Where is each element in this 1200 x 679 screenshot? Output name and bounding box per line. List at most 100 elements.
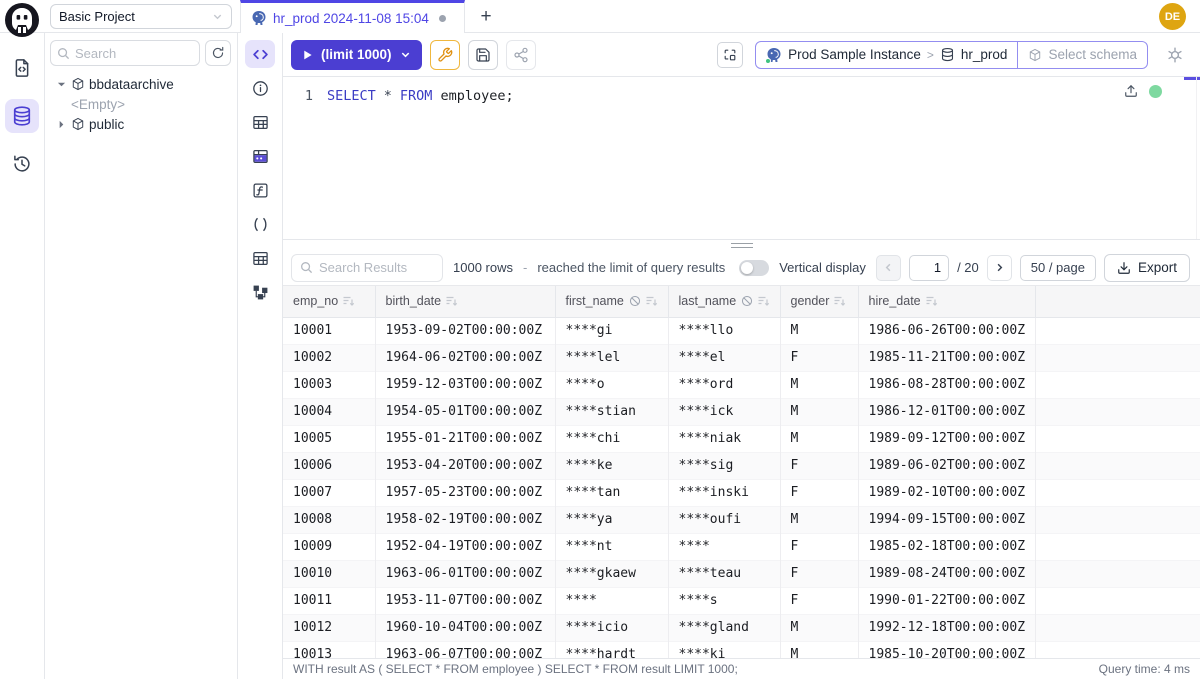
project-selector[interactable]: Basic Project <box>50 4 232 29</box>
run-query-button[interactable]: (limit 1000) <box>291 40 422 70</box>
sort-icon[interactable] <box>758 296 770 307</box>
table-cell[interactable]: ****stian <box>555 398 668 425</box>
table-cell[interactable]: 10003 <box>283 371 375 398</box>
table-cell[interactable]: M <box>780 425 858 452</box>
tree-search[interactable] <box>50 40 200 66</box>
table-cell[interactable]: F <box>780 587 858 614</box>
vertical-display-toggle[interactable] <box>739 260 769 276</box>
table-cell[interactable]: F <box>780 560 858 587</box>
table-cell[interactable]: 1954-05-01T00:00:00Z <box>375 398 555 425</box>
table-cell[interactable]: 1955-01-21T00:00:00Z <box>375 425 555 452</box>
tree-search-input[interactable] <box>75 46 193 61</box>
table-cell[interactable]: ****ya <box>555 506 668 533</box>
chevron-down-icon[interactable] <box>400 49 411 60</box>
table-cell[interactable]: M <box>780 506 858 533</box>
table-cell[interactable]: 1957-05-23T00:00:00Z <box>375 479 555 506</box>
wrench-icon[interactable] <box>430 40 460 70</box>
table-cell[interactable]: 1986-12-01T00:00:00Z <box>858 398 1035 425</box>
table-cell[interactable]: 1959-12-03T00:00:00Z <box>375 371 555 398</box>
table-row[interactable]: 100021964-06-02T00:00:00Z****lel****elF1… <box>283 344 1200 371</box>
table-cell[interactable]: 1963-06-01T00:00:00Z <box>375 560 555 587</box>
procedures-icon[interactable] <box>245 210 275 238</box>
chevron-right-icon[interactable] <box>55 120 67 129</box>
database-icon[interactable] <box>5 99 39 133</box>
table-cell[interactable]: 1958-02-19T00:00:00Z <box>375 506 555 533</box>
table-cell[interactable]: M <box>780 614 858 641</box>
code-line[interactable]: 1 SELECT * FROM employee; <box>283 77 1200 106</box>
schema-diagram-icon[interactable] <box>245 278 275 306</box>
export-button[interactable]: Export <box>1104 254 1190 282</box>
page-number-input[interactable] <box>909 255 949 281</box>
functions-icon[interactable] <box>245 176 275 204</box>
table-cell[interactable]: 1986-06-26T00:00:00Z <box>858 317 1035 344</box>
next-page-button[interactable] <box>987 255 1012 281</box>
tables-icon[interactable] <box>245 108 275 136</box>
history-icon[interactable] <box>5 147 39 181</box>
table-row[interactable]: 100081958-02-19T00:00:00Z****ya****oufiM… <box>283 506 1200 533</box>
new-tab-button[interactable]: + <box>472 3 500 31</box>
table-cell[interactable]: ****oufi <box>668 506 780 533</box>
table-cell[interactable]: 10012 <box>283 614 375 641</box>
tree-item-public[interactable]: public <box>45 114 237 134</box>
chevron-down-icon[interactable] <box>55 80 67 89</box>
table-cell[interactable]: F <box>780 344 858 371</box>
table-cell[interactable]: 1990-01-22T00:00:00Z <box>858 587 1035 614</box>
table-cell[interactable]: 1985-10-20T00:00:00Z <box>858 641 1035 658</box>
column-header-emp_no[interactable]: emp_no <box>283 286 375 317</box>
table-cell[interactable]: ****el <box>668 344 780 371</box>
table-cell[interactable]: ****sig <box>668 452 780 479</box>
results-search[interactable] <box>291 254 443 282</box>
tree-item-bbdataarchive[interactable]: bbdataarchive <box>45 74 237 94</box>
panel-resize-handle[interactable] <box>283 239 1200 250</box>
table-cell[interactable]: 1953-11-07T00:00:00Z <box>375 587 555 614</box>
table-cell[interactable]: 1960-10-04T00:00:00Z <box>375 614 555 641</box>
sort-icon[interactable] <box>834 296 846 307</box>
table-cell[interactable]: 1989-06-02T00:00:00Z <box>858 452 1035 479</box>
table-cell[interactable]: 1985-11-21T00:00:00Z <box>858 344 1035 371</box>
table-cell[interactable]: M <box>780 371 858 398</box>
table-cell[interactable]: ****nt <box>555 533 668 560</box>
table-cell[interactable]: ****ke <box>555 452 668 479</box>
table-cell[interactable]: 10011 <box>283 587 375 614</box>
table-cell[interactable]: ****ki <box>668 641 780 658</box>
sort-icon[interactable] <box>926 296 938 307</box>
table-row[interactable]: 100091952-04-19T00:00:00Z****nt****F1985… <box>283 533 1200 560</box>
sql-editor[interactable]: 1 SELECT * FROM employee; <box>283 77 1200 239</box>
table-cell[interactable]: 10013 <box>283 641 375 658</box>
table-row[interactable]: 100111953-11-07T00:00:00Z********sF1990-… <box>283 587 1200 614</box>
table-cell[interactable]: 1989-02-10T00:00:00Z <box>858 479 1035 506</box>
table-row[interactable]: 100071957-05-23T00:00:00Z****tan****insk… <box>283 479 1200 506</box>
table-cell[interactable]: ****lel <box>555 344 668 371</box>
table-cell[interactable]: 1952-04-19T00:00:00Z <box>375 533 555 560</box>
table-cell[interactable]: 10010 <box>283 560 375 587</box>
table-row[interactable]: 100121960-10-04T00:00:00Z****icio****gla… <box>283 614 1200 641</box>
table-row[interactable]: 100131963-06-07T00:00:00Z****hardt****ki… <box>283 641 1200 658</box>
table-cell[interactable]: 1992-12-18T00:00:00Z <box>858 614 1035 641</box>
format-sql-icon[interactable] <box>717 42 743 68</box>
table-cell[interactable]: 1953-04-20T00:00:00Z <box>375 452 555 479</box>
results-search-input[interactable] <box>319 260 434 275</box>
table-cell[interactable]: ****niak <box>668 425 780 452</box>
column-header-hire_date[interactable]: hire_date <box>858 286 1035 317</box>
column-header-birth_date[interactable]: birth_date <box>375 286 555 317</box>
table-cell[interactable]: 1953-09-02T00:00:00Z <box>375 317 555 344</box>
prev-page-button[interactable] <box>876 255 901 281</box>
table-row[interactable]: 100101963-06-01T00:00:00Z****gkaew****te… <box>283 560 1200 587</box>
table-row[interactable]: 100061953-04-20T00:00:00Z****ke****sigF1… <box>283 452 1200 479</box>
table-row[interactable]: 100041954-05-01T00:00:00Z****stian****ic… <box>283 398 1200 425</box>
table-cell[interactable]: M <box>780 317 858 344</box>
table-row[interactable]: 100051955-01-21T00:00:00Z****chi****niak… <box>283 425 1200 452</box>
worksheet-icon[interactable] <box>5 51 39 85</box>
table-cell[interactable]: M <box>780 398 858 425</box>
schema-selector[interactable]: Select schema <box>1017 42 1147 68</box>
table-cell[interactable]: 10007 <box>283 479 375 506</box>
table-cell[interactable]: 10005 <box>283 425 375 452</box>
table-row[interactable]: 100011953-09-02T00:00:00Z****gi****lloM1… <box>283 317 1200 344</box>
ai-assistant-icon[interactable] <box>1160 41 1190 69</box>
table-cell[interactable]: 10006 <box>283 452 375 479</box>
table-cell[interactable]: 1989-08-24T00:00:00Z <box>858 560 1035 587</box>
table-cell[interactable]: ****ick <box>668 398 780 425</box>
table-cell[interactable]: ****gland <box>668 614 780 641</box>
data-grid-icon[interactable] <box>245 142 275 170</box>
table-cell[interactable]: ****hardt <box>555 641 668 658</box>
